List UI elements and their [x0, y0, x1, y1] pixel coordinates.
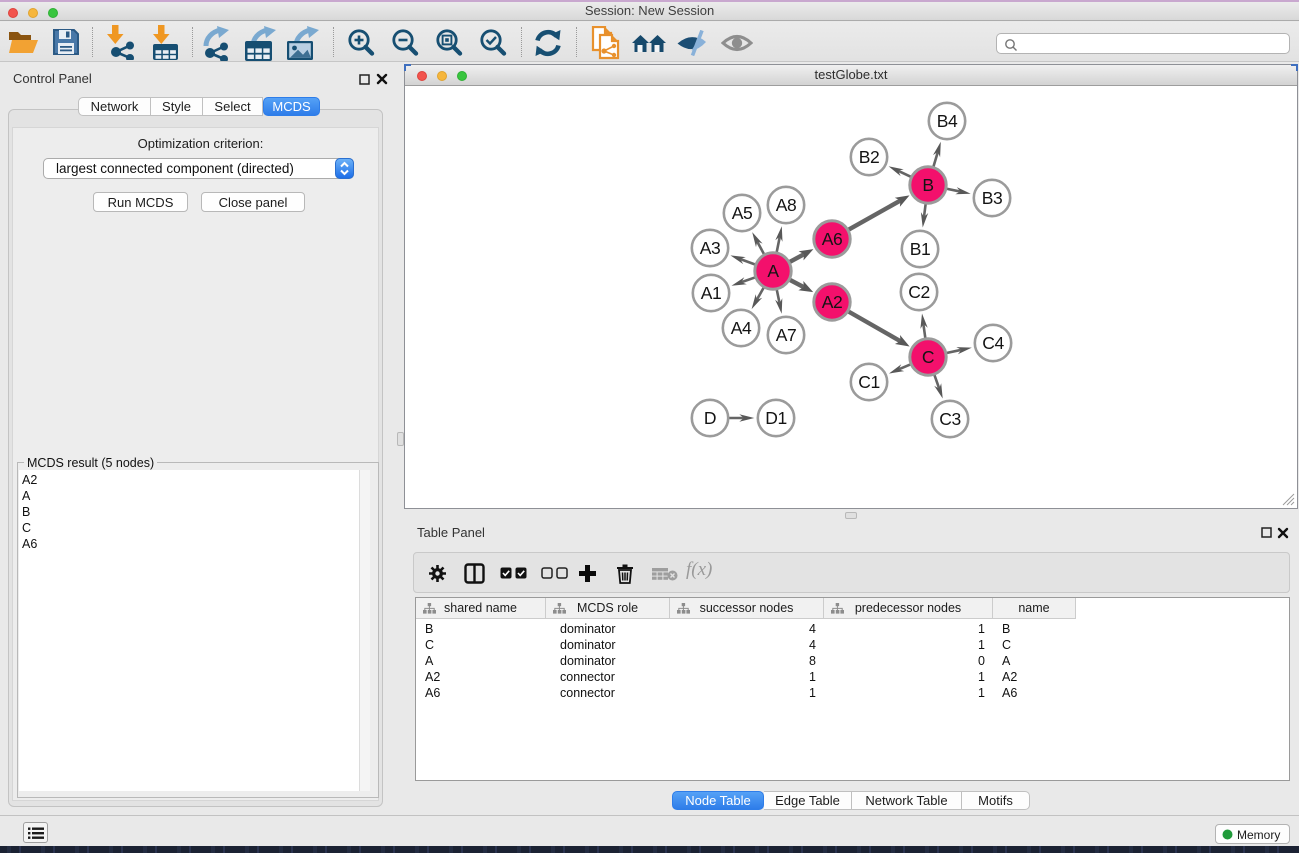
svg-text:A7: A7: [776, 325, 797, 345]
svg-text:B4: B4: [937, 111, 958, 131]
svg-text:D: D: [704, 408, 716, 428]
svg-text:A1: A1: [701, 283, 722, 303]
svg-text:C: C: [922, 347, 934, 367]
svg-text:A2: A2: [822, 292, 843, 312]
svg-text:A8: A8: [776, 195, 797, 215]
svg-text:C4: C4: [982, 333, 1004, 353]
svg-text:A: A: [767, 261, 779, 281]
svg-text:D1: D1: [765, 408, 787, 428]
svg-text:B3: B3: [982, 188, 1003, 208]
svg-text:A5: A5: [732, 203, 753, 223]
svg-text:C3: C3: [939, 409, 961, 429]
svg-text:C1: C1: [858, 372, 880, 392]
svg-text:C2: C2: [908, 282, 930, 302]
svg-text:A3: A3: [700, 238, 721, 258]
svg-text:B2: B2: [859, 147, 880, 167]
svg-text:A6: A6: [822, 229, 843, 249]
svg-text:B: B: [922, 175, 933, 195]
svg-text:A4: A4: [731, 318, 752, 338]
svg-text:B1: B1: [910, 239, 931, 259]
